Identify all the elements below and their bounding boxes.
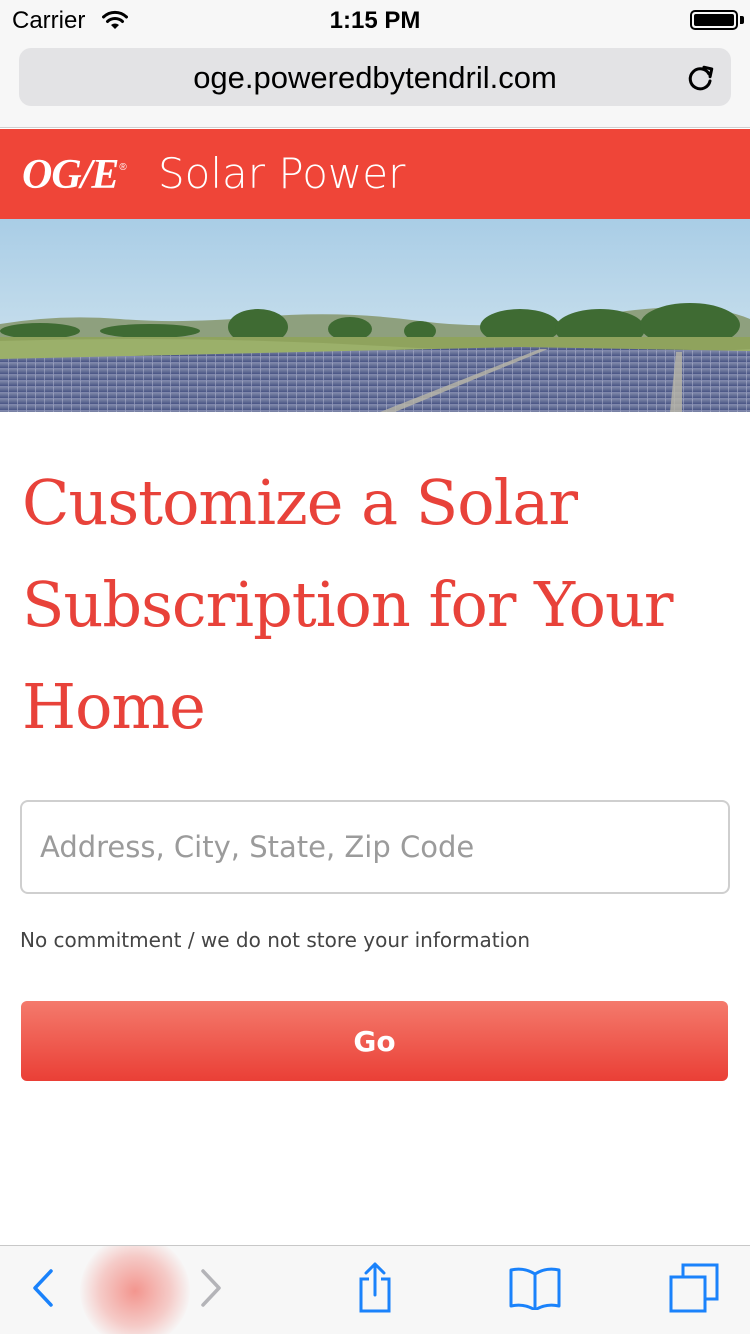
url-field[interactable]: [19, 48, 731, 106]
disclaimer-text: No commitment / we do not store your inf…: [20, 928, 531, 952]
back-icon: [31, 1268, 55, 1313]
reload-icon[interactable]: [685, 62, 717, 94]
bookmarks-icon: [508, 1266, 562, 1315]
bookmarks-button[interactable]: [505, 1246, 565, 1334]
browser-address-bar: oge.poweredbytendril.com: [0, 40, 750, 128]
oge-logo[interactable]: OG/E ®: [22, 150, 127, 200]
chat-bubble-icon[interactable]: [80, 1246, 190, 1334]
site-title: Solar Power: [158, 149, 406, 198]
browser-toolbar: [0, 1245, 750, 1334]
battery-icon: [690, 10, 738, 30]
go-button[interactable]: Go: [21, 1001, 728, 1081]
clock: 1:15 PM: [329, 7, 421, 34]
page-headline: Customize a Solar Subscription for Your …: [22, 466, 674, 743]
share-icon: [355, 1261, 395, 1320]
back-button[interactable]: [18, 1246, 68, 1334]
hero-solar-farm-image: [0, 219, 750, 412]
tabs-button[interactable]: [664, 1246, 724, 1334]
forward-icon: [199, 1268, 223, 1313]
tabs-icon: [668, 1262, 720, 1319]
battery-tip: [740, 16, 744, 24]
address-input[interactable]: [20, 800, 730, 894]
forward-button[interactable]: [186, 1246, 236, 1334]
logo-text: OG/E: [22, 152, 119, 198]
site-header: OG/E ® Solar Power: [0, 129, 750, 219]
registered-mark-icon: ®: [119, 162, 127, 173]
share-button[interactable]: [350, 1246, 400, 1334]
status-bar: Carrier 1:15 PM: [0, 0, 750, 40]
